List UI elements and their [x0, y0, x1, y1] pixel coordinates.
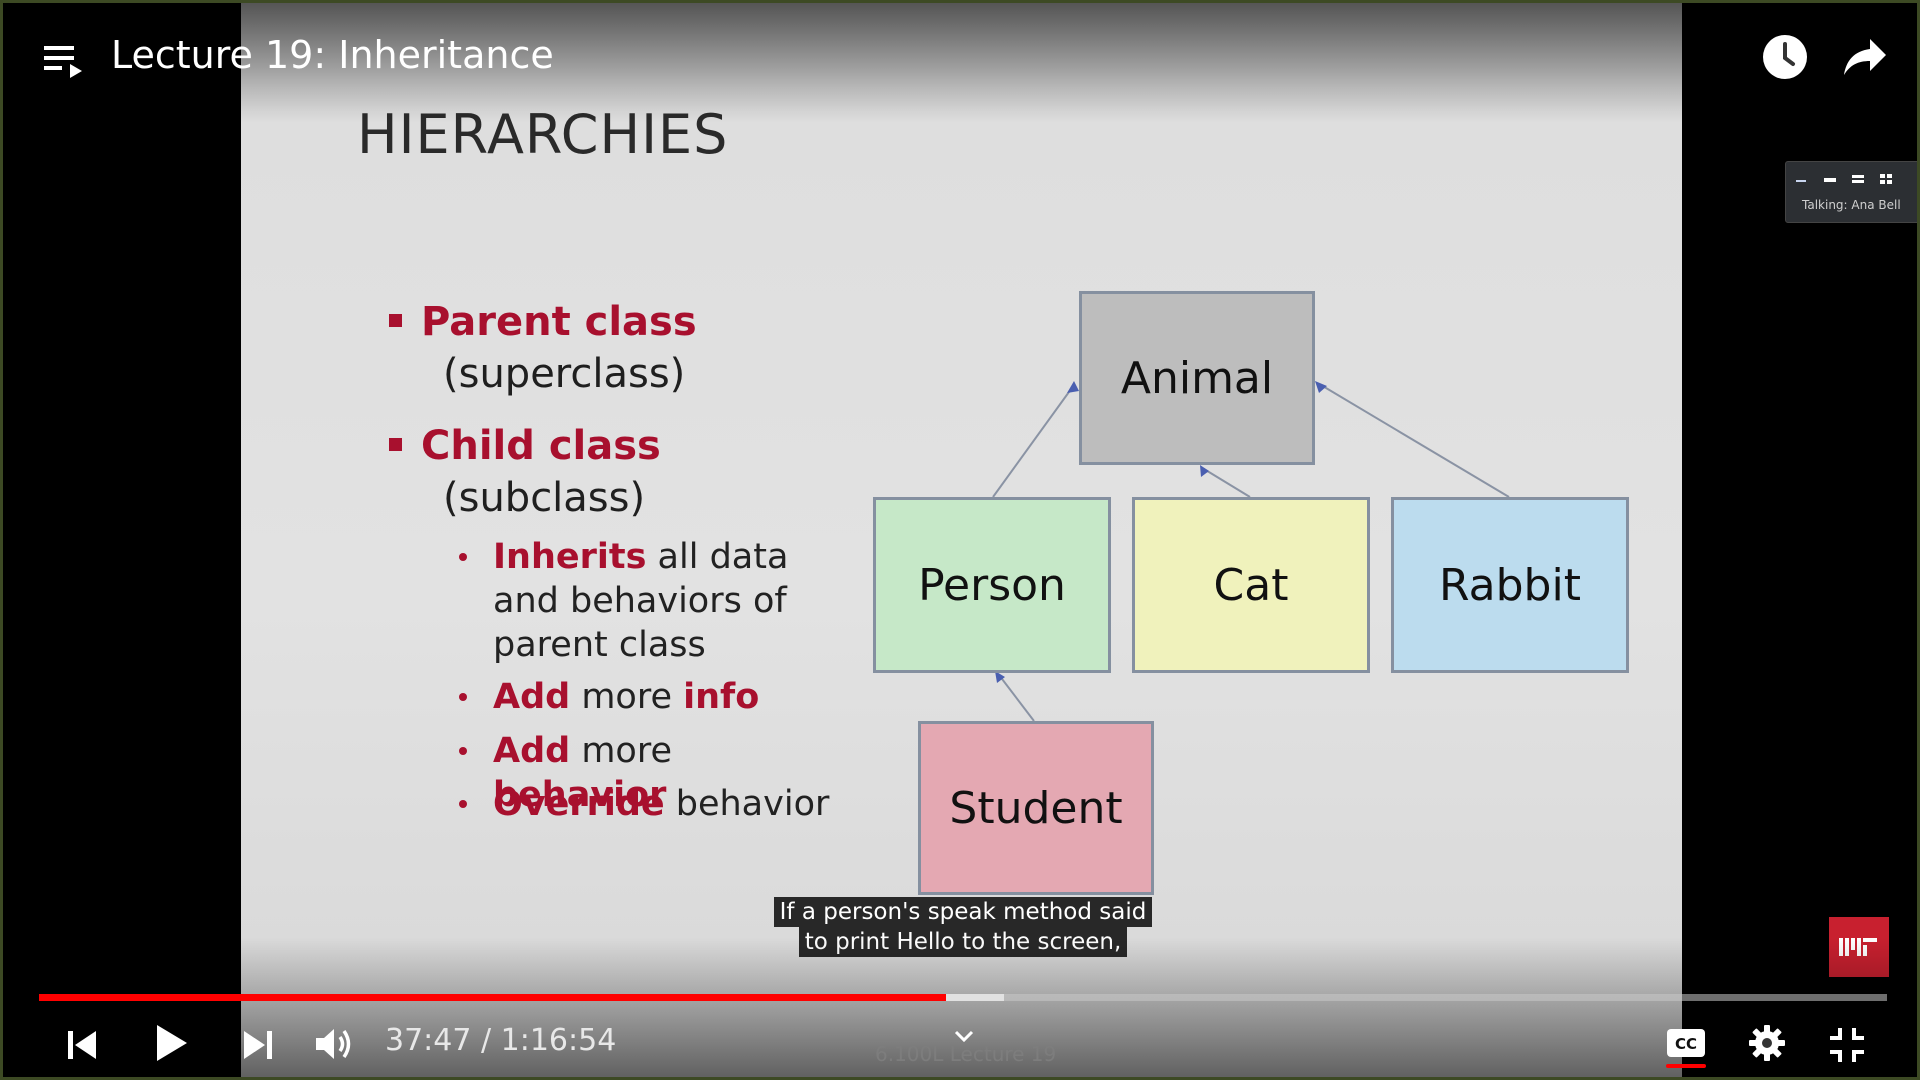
slide-footer: 6.100L Lecture 19 — [875, 1042, 1057, 1066]
volume-icon[interactable] — [313, 1023, 357, 1065]
class-box-animal: Animal — [1079, 291, 1315, 465]
view-layout-icon[interactable] — [1796, 174, 1916, 184]
exit-fullscreen-icon[interactable] — [1825, 1023, 1869, 1067]
next-icon[interactable] — [237, 1025, 277, 1065]
svg-text:CC: CC — [1675, 1035, 1697, 1053]
class-box-student: Student — [918, 721, 1154, 895]
meeting-mini-window[interactable]: Talking: Ana Bell — [1785, 161, 1917, 223]
connector-person-animal — [992, 384, 1075, 498]
captions-active-indicator — [1666, 1064, 1706, 1068]
video-title[interactable]: Lecture 19: Inheritance — [111, 33, 554, 77]
previous-icon[interactable] — [63, 1025, 103, 1065]
arrowhead-icon — [1315, 381, 1327, 393]
connector-student-person — [998, 674, 1035, 722]
clock-icon[interactable] — [1761, 33, 1809, 81]
gear-icon[interactable] — [1745, 1021, 1789, 1065]
talking-indicator: Talking: Ana Bell — [1802, 198, 1901, 212]
class-box-person: Person — [873, 497, 1111, 673]
class-box-cat: Cat — [1132, 497, 1370, 673]
play-icon[interactable] — [149, 1021, 193, 1065]
captions-icon[interactable]: CC — [1663, 1025, 1709, 1061]
played-bar — [39, 994, 947, 1001]
connector-cat-animal — [1203, 468, 1251, 498]
arrowhead-icon — [1067, 381, 1079, 393]
class-box-rabbit: Rabbit — [1391, 497, 1629, 673]
playlist-icon[interactable] — [41, 41, 85, 81]
share-icon[interactable] — [1841, 35, 1889, 79]
time-display: 37:47 / 1:16:54 — [385, 1023, 617, 1058]
connector-rabbit-animal — [1320, 384, 1510, 498]
video-player[interactable]: HIERARCHIES Parent class (superclass) Ch… — [0, 0, 1920, 1080]
progress-bar[interactable] — [39, 994, 1887, 1001]
caption-line-1: If a person's speak method said — [3, 897, 1917, 927]
arrowhead-icon — [1200, 465, 1209, 477]
